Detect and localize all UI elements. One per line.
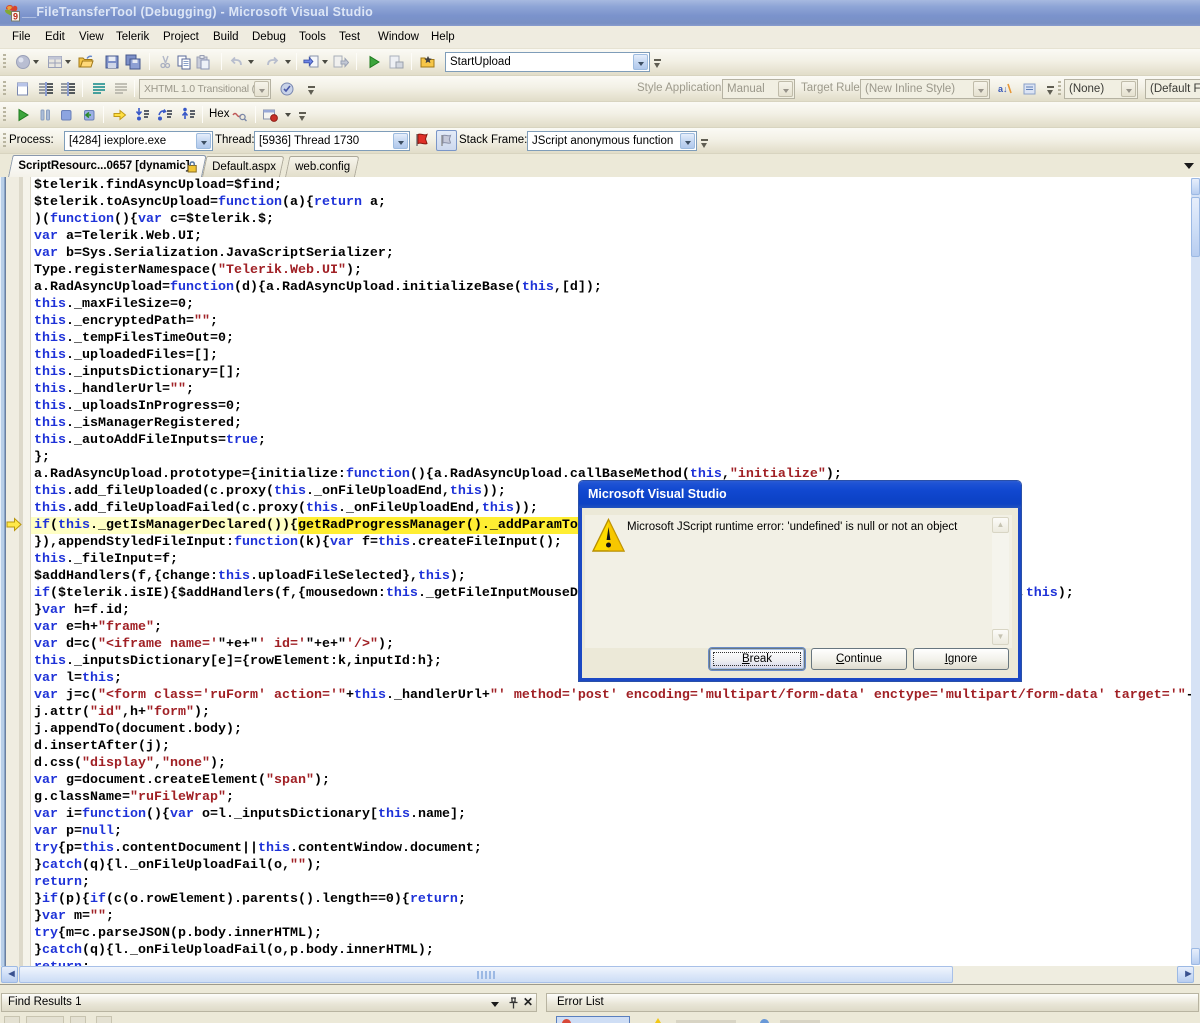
- svg-text:a↓: a↓: [998, 84, 1008, 94]
- svg-text:9: 9: [13, 12, 18, 22]
